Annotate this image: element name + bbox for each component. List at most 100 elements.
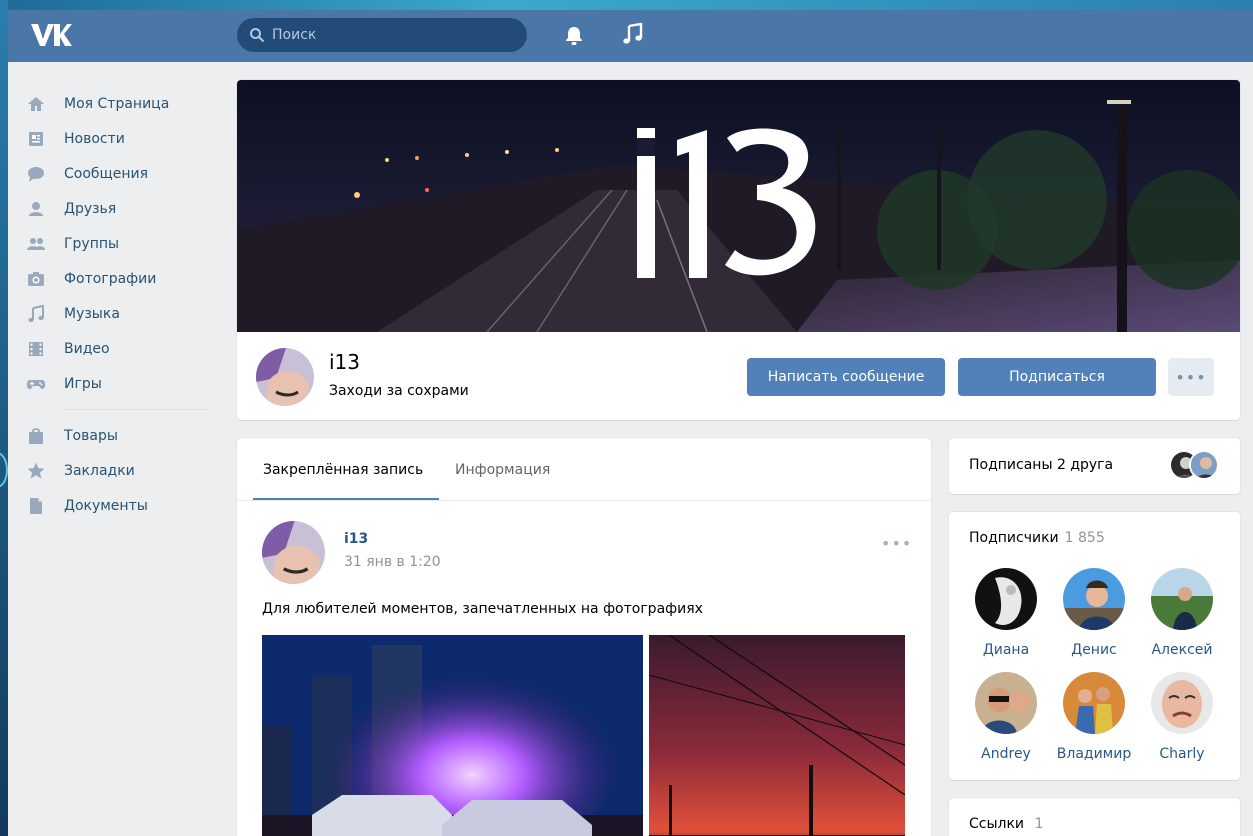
menu-item-bookmarks[interactable]: Закладки [26,453,212,488]
post-text: Для любителей моментов, запечатленных на… [262,601,703,617]
friend-avatar [1189,450,1219,480]
avatar-image [262,521,325,584]
menu-item-goods[interactable]: Товары [26,418,212,453]
slide-frame-top [0,0,1253,10]
links-card[interactable]: Ссылки 1 [949,798,1240,836]
menu-item-label: Товары [64,427,118,444]
active-tab-underline [253,498,439,500]
menu-item-music[interactable]: Музыка [26,296,212,331]
friends-subscribed-card[interactable]: Подписаны 2 друга [949,438,1240,494]
messages-icon [28,166,44,182]
menu-item-games[interactable]: Игры [26,366,212,401]
music-icon [28,304,44,322]
menu-item-video[interactable]: Видео [26,331,212,366]
links-title-label: Ссылки [969,816,1025,832]
star-icon [27,462,45,479]
menu-item-label: Музыка [64,305,120,322]
post-author-avatar[interactable] [262,521,325,584]
group-header-card: i13 Заходи за сохрами Написать сообщение… [237,80,1240,420]
subscriber-item[interactable]: Charly [1142,672,1222,762]
music-icon[interactable] [621,22,645,46]
subscriber-avatar [1063,568,1125,630]
post-date[interactable]: 31 янв в 1:20 [344,554,441,570]
subscriber-item[interactable]: Владимир [1054,672,1134,762]
wall-card: Закреплённая запись Информация i13 31 ян… [237,438,931,836]
menu-item-label: Документы [64,497,148,514]
subscribe-button[interactable]: Подписаться [958,358,1156,396]
post-photo-burning-cars[interactable] [262,635,643,836]
subscriber-name: Andrey [981,746,1031,762]
subscriber-avatar [1151,672,1213,734]
subscriber-item[interactable]: Алексей [1142,568,1222,658]
subscriber-name: Диана [982,642,1030,658]
subscribers-card: Подписчики 1 855 Диана Денис Алексей Andr… [949,512,1240,780]
subscriber-name: Владимир [1056,746,1132,762]
left-menu: Моя Страница Новости Сообщения Друзья Гр… [26,86,212,523]
menu-item-label: Сообщения [64,165,149,182]
menu-item-news[interactable]: Новости [26,121,212,156]
document-icon [30,497,42,514]
subscriber-name: Charly [1159,746,1205,762]
menu-item-label: Видео [64,340,110,357]
post-photo-sunset[interactable] [649,635,905,836]
friends-icon [29,201,43,216]
menu-item-my-page[interactable]: Моя Страница [26,86,212,121]
menu-item-label: Моя Страница [64,95,170,112]
menu-item-label: Новости [64,130,125,147]
group-status: Заходи за сохрами [329,383,469,399]
search-input[interactable] [272,18,512,52]
menu-item-label: Игры [64,375,102,392]
tab-pinned-post[interactable]: Закреплённая запись [263,462,423,478]
news-icon [29,131,43,146]
wall-tabs: Закреплённая запись Информация [237,438,931,501]
subscriber-avatar [1151,568,1213,630]
subscriber-item[interactable]: Диана [966,568,1046,658]
camera-icon [28,271,44,286]
bell-icon[interactable] [563,24,585,46]
more-dots-icon: ••• [1175,367,1207,387]
menu-item-label: Фотографии [64,270,157,287]
menu-item-friends[interactable]: Друзья [26,191,212,226]
subscribers-title[interactable]: Подписчики 1 855 [969,530,1105,546]
friends-subscribed-text: Подписаны 2 друга [969,457,1114,473]
menu-item-label: Группы [64,235,120,252]
menu-item-label: Закладки [64,462,135,479]
subscriber-avatar [1063,672,1125,734]
slide-frame-left [0,0,8,836]
vk-logo-icon[interactable] [30,22,72,48]
menu-item-documents[interactable]: Документы [26,488,212,523]
subscriber-name: Денис [1071,642,1117,658]
search-icon [250,28,265,43]
subscriber-name: Алексей [1151,642,1213,658]
subscriber-avatar [975,568,1037,630]
groups-icon [27,237,45,250]
subscriber-avatar [975,672,1037,734]
menu-divider [62,409,210,410]
cover-image [237,80,1240,332]
post-author-name[interactable]: i13 [344,531,368,547]
tab-information[interactable]: Информация [455,462,550,478]
group-name: i13 [329,350,361,374]
subscribers-count: 1 855 [1064,530,1105,546]
post-more-button[interactable]: ••• [881,534,912,553]
group-avatar[interactable] [256,348,314,406]
links-title: Ссылки 1 [969,816,1043,832]
more-actions-button[interactable]: ••• [1168,358,1214,396]
search-box[interactable] [237,18,527,52]
subscriber-item[interactable]: Денис [1054,568,1134,658]
avatar-image [256,348,314,406]
menu-item-label: Друзья [64,200,117,217]
home-icon [28,96,44,111]
gamepad-icon [26,379,46,389]
vk-app: Моя Страница Новости Сообщения Друзья Гр… [8,10,1253,836]
bag-icon [29,427,43,444]
video-icon [29,341,43,356]
subscribers-title-label: Подписчики [969,530,1059,546]
menu-item-messages[interactable]: Сообщения [26,156,212,191]
subscriber-item[interactable]: Andrey [966,672,1046,762]
write-message-button[interactable]: Написать сообщение [747,358,945,396]
menu-item-groups[interactable]: Группы [26,226,212,261]
menu-item-photos[interactable]: Фотографии [26,261,212,296]
links-count: 1 [1034,816,1044,832]
top-header [8,10,1253,62]
